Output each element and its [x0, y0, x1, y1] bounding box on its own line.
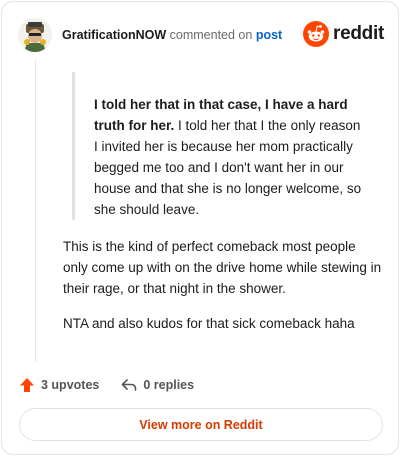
blockquote: I told her that in that case, I have a h…: [72, 72, 362, 220]
comment-meta: GratificationNOW commented on post: [62, 27, 282, 43]
reply-arrow-icon: [122, 379, 137, 391]
commented-on-text: commented on: [169, 28, 253, 42]
post-link[interactable]: post: [256, 28, 282, 42]
comment-paragraph-2: NTA and also kudos for that sick comebac…: [63, 316, 355, 331]
user-avatar[interactable]: [18, 18, 52, 52]
upvote-count: 3 upvotes: [41, 378, 100, 392]
upvote-button[interactable]: 3 upvotes: [19, 377, 99, 393]
reddit-logo[interactable]: reddit: [303, 19, 384, 49]
comment-header: GratificationNOW commented on post reddi…: [18, 16, 384, 54]
thread-line: [35, 60, 36, 362]
upvote-arrow-icon: [20, 378, 34, 392]
comment-card: GratificationNOW commented on post reddi…: [1, 1, 399, 455]
quote-bar: [72, 72, 75, 220]
author-name[interactable]: GratificationNOW: [62, 28, 166, 42]
view-more-on-reddit-button[interactable]: View more on Reddit: [19, 408, 383, 441]
reply-count: 0 replies: [143, 378, 195, 392]
avatar-illustration-icon: [18, 18, 52, 52]
quote-text: I told her that in that case, I have a h…: [94, 94, 364, 220]
replies-button[interactable]: 0 replies: [121, 377, 194, 393]
comment-paragraph-1: This is the kind of perfect comeback mos…: [63, 239, 382, 296]
reddit-wordmark: reddit: [333, 23, 384, 44]
reddit-snoo-icon: [303, 21, 330, 47]
comment-actions: 3 upvotes 0 replies: [19, 374, 194, 396]
